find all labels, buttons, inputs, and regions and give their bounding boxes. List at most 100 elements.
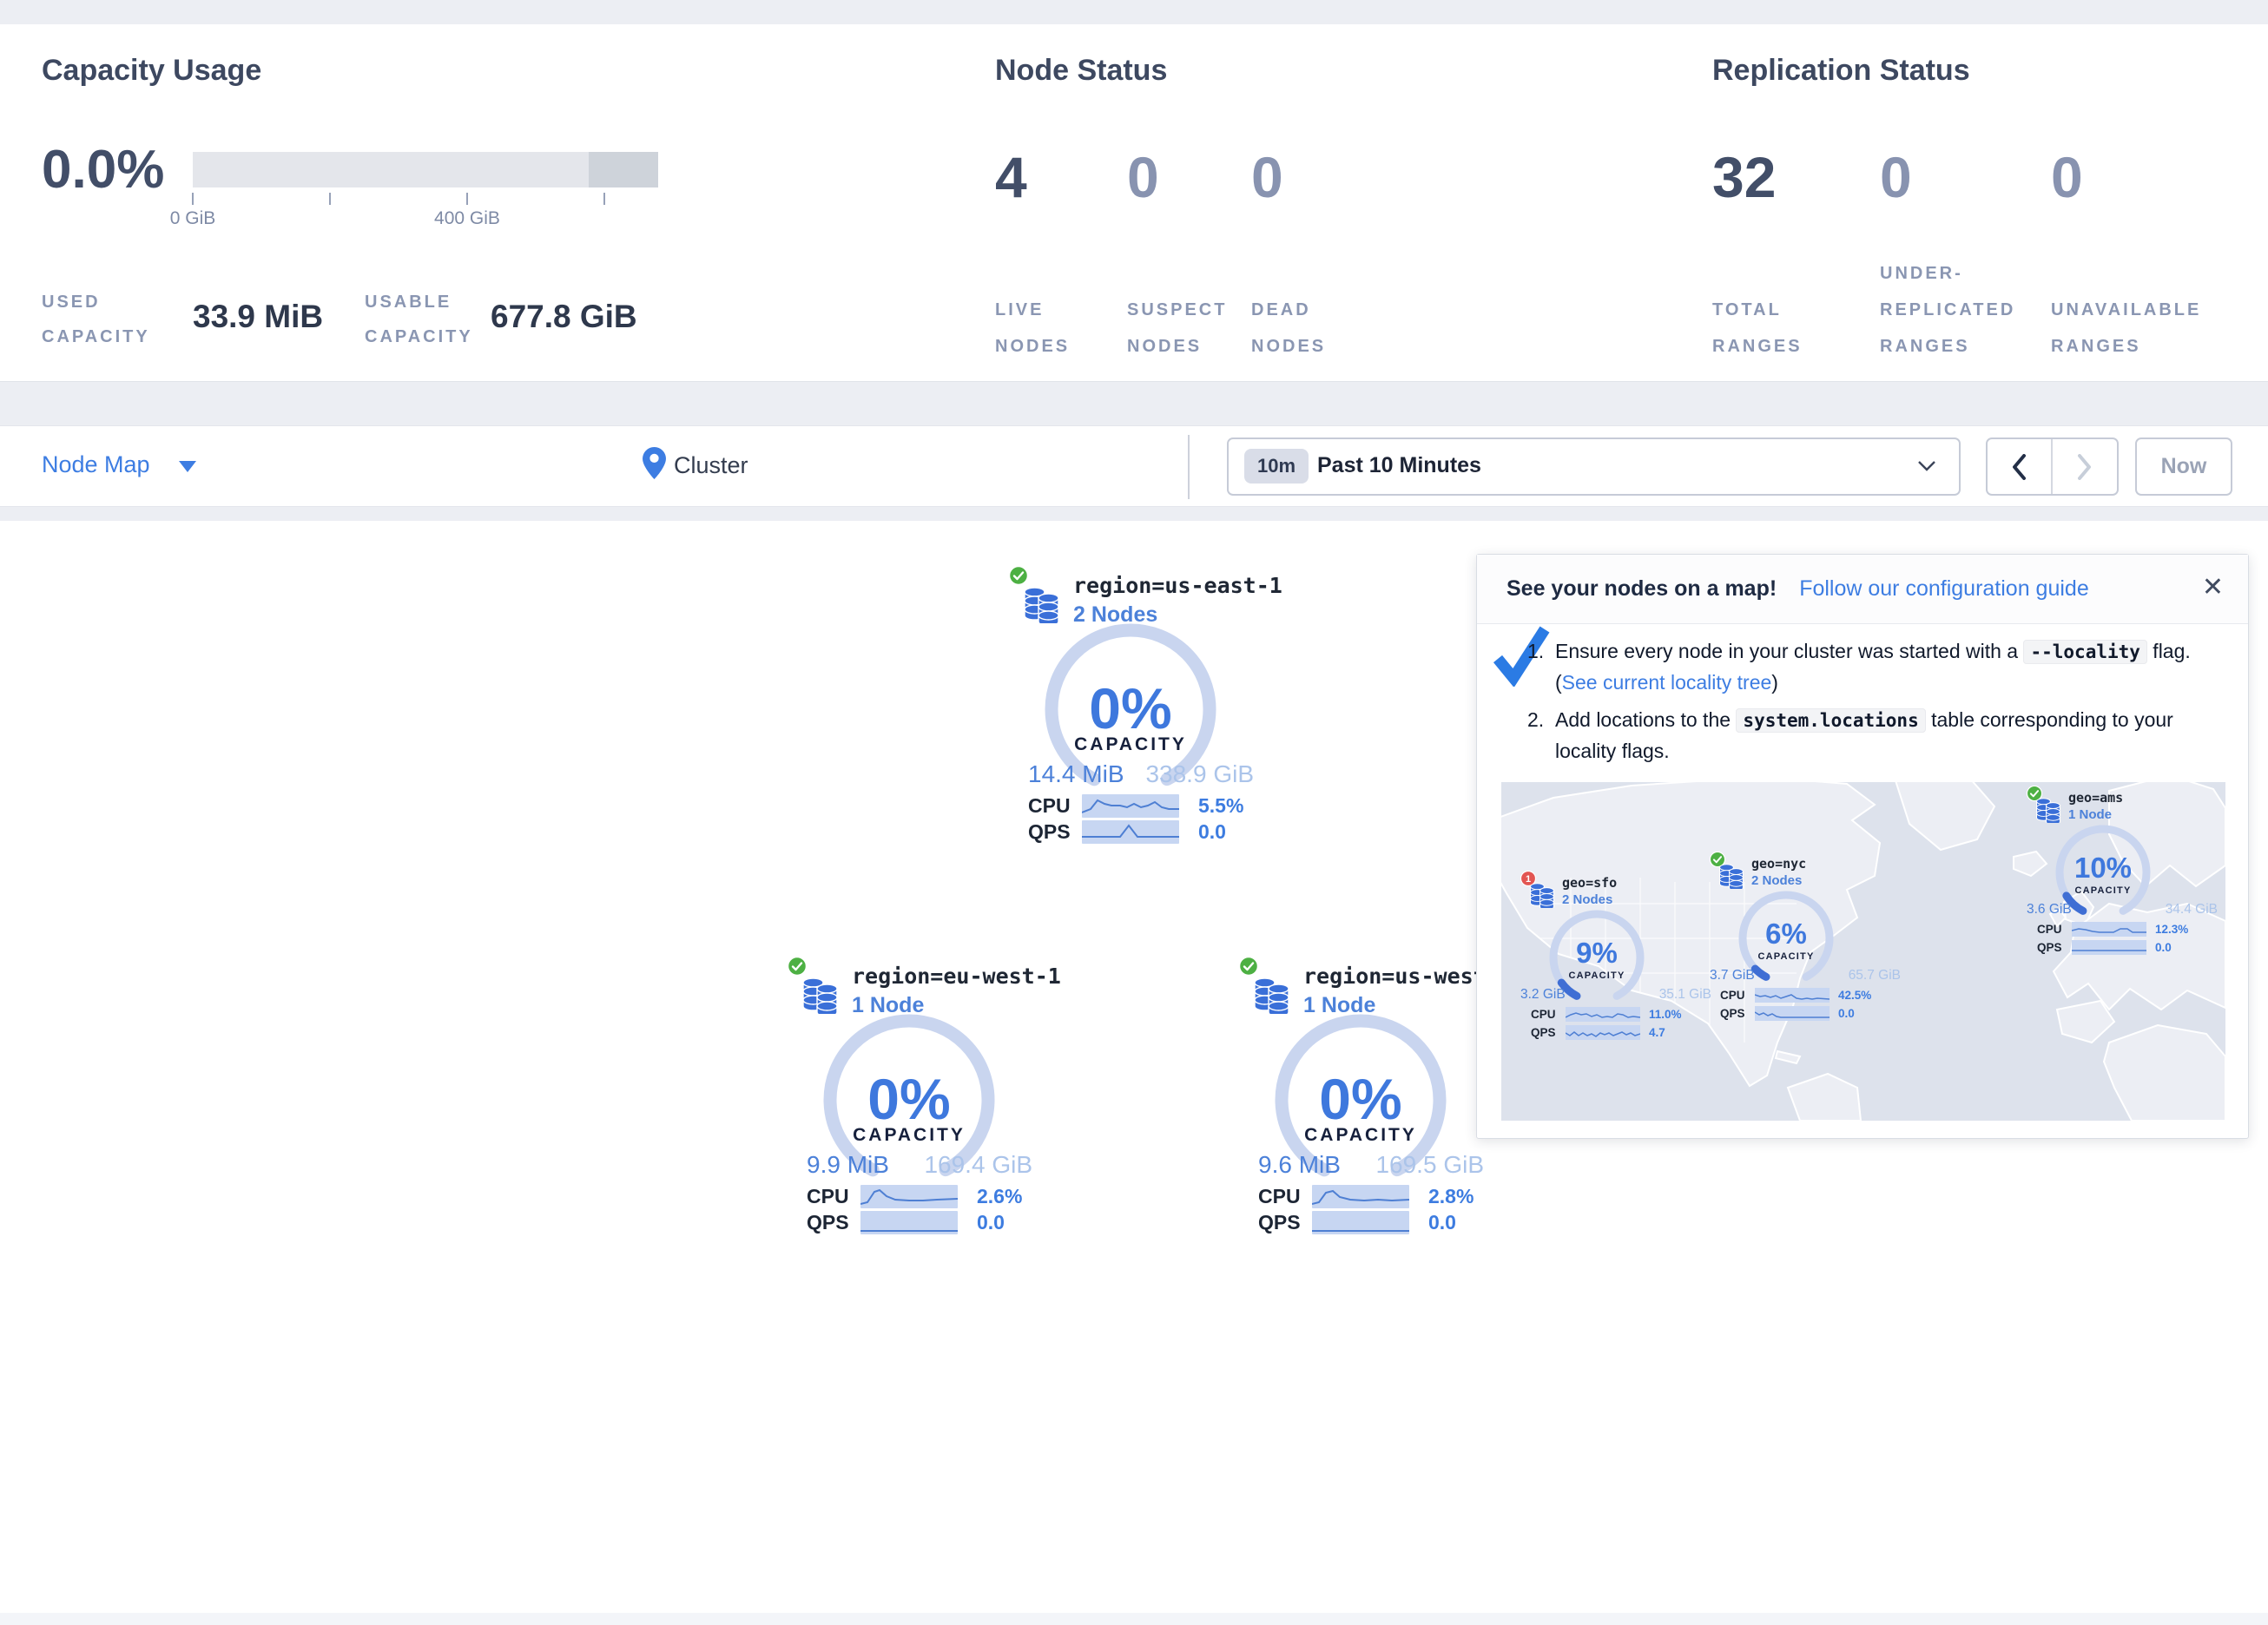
locality-node-count: 1 Node bbox=[2068, 807, 2112, 822]
step-text: Add locations to the system.locations ta… bbox=[1555, 705, 2215, 766]
cpu-value: 2.8% bbox=[1428, 1185, 1474, 1208]
view-selector-node-map[interactable]: Node Map bbox=[42, 451, 150, 478]
under-replicated-ranges-count: 0 bbox=[1880, 144, 1912, 210]
time-range-badge: 10m bbox=[1244, 449, 1309, 484]
used-capacity: 3.7 GiB bbox=[1710, 968, 1755, 984]
qps-label: QPS bbox=[1531, 1026, 1566, 1039]
cpu-label: CPU bbox=[1258, 1185, 1312, 1208]
qps-label: QPS bbox=[2037, 941, 2072, 954]
cpu-stat-row: CPU 42.5% bbox=[1720, 987, 1901, 1003]
capacity-percent: 0% bbox=[1269, 1066, 1452, 1132]
close-icon[interactable]: ✕ bbox=[2202, 572, 2224, 602]
axis-tick bbox=[603, 193, 605, 205]
cpu-label: CPU bbox=[1531, 1008, 1566, 1021]
cpu-label: CPU bbox=[1028, 794, 1082, 818]
axis-tick bbox=[466, 193, 468, 205]
used-capacity: 3.6 GiB bbox=[2027, 902, 2072, 918]
capacity-usage-percent: 0.0% bbox=[42, 139, 164, 201]
qps-label: QPS bbox=[1720, 1007, 1755, 1020]
configuration-guide-link[interactable]: Follow our configuration guide bbox=[1799, 576, 2089, 602]
used-capacity: 3.2 GiB bbox=[1520, 987, 1566, 1003]
map-marker-geo-sfo[interactable]: 1 geo=sfo 2 Nodes 9% CAPACITY 3.2 GiB 35 bbox=[1520, 869, 1711, 1047]
qps-value: 0.0 bbox=[2155, 941, 2172, 954]
map-marker-geo-ams[interactable]: geo=ams 1 Node 10% CAPACITY 3.6 GiB 34.4… bbox=[2027, 784, 2218, 962]
region-name: region=us-east-1 bbox=[1073, 573, 1282, 598]
live-nodes-count: 4 bbox=[995, 144, 1027, 210]
axis-tick bbox=[329, 193, 331, 205]
total-capacity: 338.9 GiB bbox=[1145, 760, 1254, 788]
cluster-summary-panel: Capacity Usage 0.0% 0 GiB 400 GiB USED C… bbox=[0, 24, 2268, 382]
capacity-label: CAPACITY bbox=[1039, 734, 1222, 755]
qps-value: 0.0 bbox=[977, 1211, 1005, 1234]
total-capacity: 34.4 GiB bbox=[2166, 902, 2218, 918]
qps-sparkline bbox=[2072, 940, 2146, 955]
setup-step-2: 2. Add locations to the system.locations… bbox=[1527, 705, 2215, 766]
capacity-reserved-segment bbox=[589, 152, 658, 188]
cpu-label: CPU bbox=[2037, 923, 2072, 936]
node-map-canvas: region=us-east-1 2 Nodes 0% CAPACITY 14.… bbox=[0, 521, 2268, 1613]
capacity-label: CAPACITY bbox=[1736, 951, 1836, 962]
region-marker-eu-west-1[interactable]: region=eu-west-1 1 Node 0% CAPACITY 9.9 … bbox=[786, 953, 1046, 1248]
qps-sparkline bbox=[1082, 820, 1179, 844]
breadcrumb-cluster[interactable]: Cluster bbox=[674, 452, 748, 479]
region-marker-us-west-1[interactable]: region=us-west-1 1 Node 0% CAPACITY 9.6 … bbox=[1237, 953, 1498, 1248]
cpu-sparkline bbox=[1566, 1007, 1640, 1022]
time-prev-button[interactable] bbox=[1988, 439, 2053, 494]
time-nav-controls bbox=[1986, 438, 2119, 496]
locality-name: geo=ams bbox=[2068, 790, 2123, 806]
live-nodes-label: LIVE NODES bbox=[995, 292, 1070, 365]
cpu-stat-row: CPU 11.0% bbox=[1531, 1006, 1711, 1022]
now-button[interactable]: Now bbox=[2135, 438, 2232, 496]
capacity-label: CAPACITY bbox=[2053, 885, 2153, 896]
cpu-value: 5.5% bbox=[1198, 794, 1243, 818]
capacity-usage-title: Capacity Usage bbox=[42, 54, 261, 88]
unavailable-ranges-count: 0 bbox=[2051, 144, 2083, 210]
step-text: Ensure every node in your cluster was st… bbox=[1555, 636, 2215, 698]
locality-name: geo=nyc bbox=[1751, 856, 1806, 872]
popup-header: See your nodes on a map! Follow our conf… bbox=[1477, 555, 2248, 624]
qps-value: 0.0 bbox=[1428, 1211, 1456, 1234]
capacity-percent: 0% bbox=[1039, 675, 1222, 741]
capacity-label: CAPACITY bbox=[1269, 1125, 1452, 1146]
cpu-stat-row: CPU 5.5% bbox=[1028, 793, 1263, 818]
caret-down-icon[interactable] bbox=[179, 461, 196, 472]
qps-stat-row: QPS 0.0 bbox=[1028, 819, 1263, 844]
axis-tick-label-mid: 400 GiB bbox=[415, 208, 519, 229]
qps-label: QPS bbox=[1258, 1211, 1312, 1234]
region-marker-us-east-1[interactable]: region=us-east-1 2 Nodes 0% CAPACITY 14.… bbox=[1007, 562, 1268, 858]
cpu-label: CPU bbox=[807, 1185, 860, 1208]
cpu-sparkline bbox=[860, 1185, 958, 1208]
cpu-sparkline bbox=[1755, 988, 1830, 1003]
capacity-percent: 0% bbox=[818, 1066, 1000, 1132]
unavailable-ranges-label: UNAVAILABLE RANGES bbox=[2051, 292, 2201, 365]
total-capacity: 65.7 GiB bbox=[1849, 968, 1901, 984]
qps-label: QPS bbox=[807, 1211, 860, 1234]
time-range-selector[interactable]: 10m Past 10 Minutes bbox=[1227, 438, 1961, 496]
total-capacity: 169.5 GiB bbox=[1375, 1151, 1484, 1179]
qps-value: 0.0 bbox=[1838, 1007, 1855, 1020]
qps-value: 0.0 bbox=[1198, 820, 1226, 844]
cpu-sparkline bbox=[1312, 1185, 1409, 1208]
cpu-value: 42.5% bbox=[1838, 989, 1871, 1002]
qps-stat-row: QPS 0.0 bbox=[1720, 1005, 1901, 1021]
qps-stat-row: QPS 4.7 bbox=[1531, 1024, 1711, 1040]
cpu-sparkline bbox=[1082, 794, 1179, 818]
used-capacity: 14.4 MiB bbox=[1028, 760, 1124, 788]
dead-nodes-count: 0 bbox=[1251, 144, 1283, 210]
axis-tick-label-start: 0 GiB bbox=[141, 208, 245, 229]
locality-tree-link[interactable]: See current locality tree bbox=[1562, 671, 1772, 694]
cpu-stat-row: CPU 12.3% bbox=[2037, 921, 2218, 937]
qps-stat-row: QPS 0.0 bbox=[807, 1210, 1041, 1234]
used-capacity: 9.9 MiB bbox=[807, 1151, 889, 1179]
capacity-percent: 10% bbox=[2053, 852, 2153, 885]
nodes-on-map-popup: See your nodes on a map! Follow our conf… bbox=[1476, 554, 2249, 1139]
time-next-button[interactable] bbox=[2053, 439, 2118, 494]
total-capacity: 169.4 GiB bbox=[924, 1151, 1032, 1179]
usable-capacity-label: USABLE CAPACITY bbox=[365, 285, 473, 354]
cpu-sparkline bbox=[2072, 922, 2146, 937]
map-marker-geo-nyc[interactable]: geo=nyc 2 Nodes 6% CAPACITY 3.7 GiB 65.7… bbox=[1710, 850, 1901, 1028]
qps-sparkline bbox=[1755, 1006, 1830, 1021]
suspect-nodes-label: SUSPECT NODES bbox=[1127, 292, 1227, 365]
qps-value: 4.7 bbox=[1649, 1026, 1665, 1039]
footer-strip bbox=[0, 1613, 2268, 1625]
